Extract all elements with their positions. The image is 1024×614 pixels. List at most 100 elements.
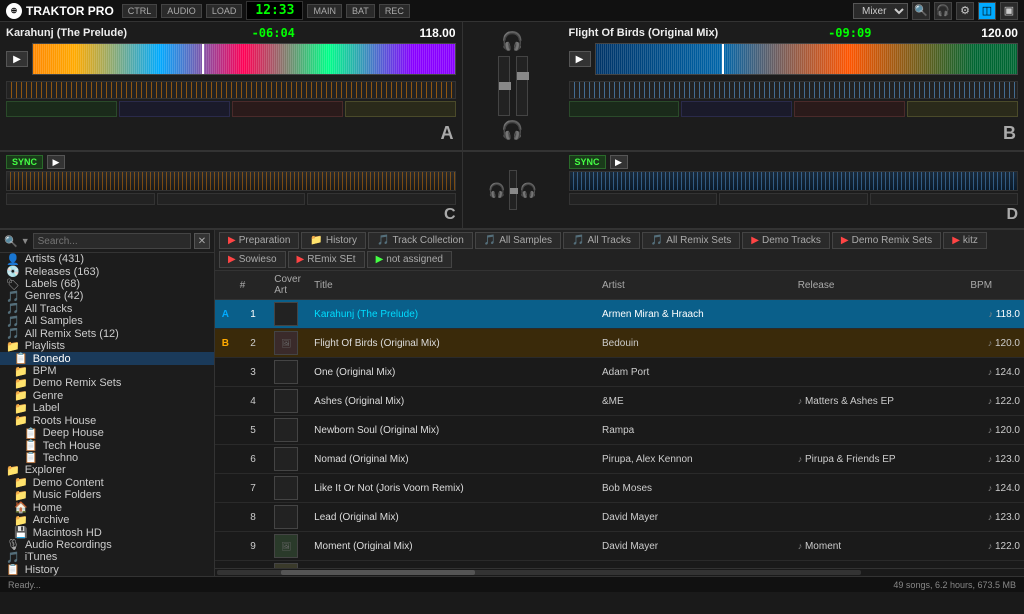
view-icon-btn[interactable]: ◫ <box>978 2 996 20</box>
sidebar-close-btn[interactable]: ✕ <box>194 233 210 249</box>
sidebar-item-macintosh-hd[interactable]: 💾 Macintosh HD <box>0 526 214 538</box>
all-samples-tab-icon: 🎵 <box>484 235 496 246</box>
deck-a-play[interactable]: ▶ <box>6 51 28 67</box>
sidebar-item-genre[interactable]: 📁 Genre <box>0 390 214 402</box>
audio-button[interactable]: AUDIO <box>161 4 202 18</box>
horizontal-scrollbar[interactable] <box>215 568 1024 576</box>
sidebar-item-genres[interactable]: 🎵 Genres (42) <box>0 290 214 302</box>
table-row[interactable]: 3 One (Original Mix) Adam Port ♪ 124.0 <box>215 358 1024 387</box>
tab-all-samples[interactable]: 🎵 All Samples <box>475 232 561 249</box>
headphone-left[interactable]: 🎧 <box>501 31 523 52</box>
mini-headphone-left[interactable]: 🎧 <box>488 182 505 199</box>
headphone-right[interactable]: 🎧 <box>501 120 523 141</box>
table-row[interactable]: B 2 🖼 Flight Of Birds (Original Mix) Bed… <box>215 329 1024 358</box>
deck-c-play[interactable]: ▶ <box>47 155 65 169</box>
table-row[interactable]: 8 Lead (Original Mix) David Mayer ♪ 123.… <box>215 503 1024 532</box>
load-button[interactable]: LOAD <box>206 4 243 18</box>
sidebar-item-bpm[interactable]: 📁 BPM <box>0 365 214 377</box>
col-header-title[interactable]: Title <box>310 271 598 300</box>
status-ready: Ready... <box>8 580 41 590</box>
sidebar-item-deep-house[interactable]: 📋 Deep House <box>0 427 214 439</box>
headphone-icon-btn[interactable]: 🎧 <box>934 2 952 20</box>
sidebar-item-labels[interactable]: 🏷 Labels (68) <box>0 278 214 290</box>
row-title: One (Original Mix) <box>310 358 598 387</box>
deck-a-waveform[interactable] <box>32 43 456 75</box>
time-display: 12:33 <box>246 1 303 20</box>
tab-track-collection[interactable]: 🎵 Track Collection <box>368 232 473 249</box>
ctrl-button[interactable]: CTRL <box>122 4 158 18</box>
deck-d-play[interactable]: ▶ <box>610 155 628 169</box>
tab-remix-set[interactable]: ▶ REmix SEt <box>288 251 365 268</box>
row-artist: Bedouin <box>598 329 794 358</box>
tab-demo-tracks[interactable]: ▶ Demo Tracks <box>742 232 830 249</box>
table-row[interactable]: 5 Newborn Soul (Original Mix) Rampa ♪ 12… <box>215 416 1024 445</box>
sidebar-item-playlists[interactable]: 📁 Playlists <box>0 340 214 352</box>
tab-all-remix-sets[interactable]: 🎵 All Remix Sets <box>642 232 740 249</box>
layout-icon-btn[interactable]: ▣ <box>1000 2 1018 20</box>
search-icon-btn[interactable]: 🔍 <box>912 2 930 20</box>
fader-right[interactable] <box>516 56 528 116</box>
rec-button[interactable]: REC <box>379 4 410 18</box>
sidebar-item-all-samples[interactable]: 🎵 All Samples <box>0 315 214 327</box>
tab-all-tracks[interactable]: 🎵 All Tracks <box>563 232 640 249</box>
settings-icon-btn[interactable]: ⚙ <box>956 2 974 20</box>
sidebar-item-techno[interactable]: 📋 Techno <box>0 452 214 464</box>
row-release <box>794 300 967 329</box>
table-row[interactable]: 6 Nomad (Original Mix) Pirupa, Alex Kenn… <box>215 445 1024 474</box>
sidebar-item-archive[interactable]: 📁 Archive <box>0 514 214 526</box>
row-deck-label: B <box>215 329 236 358</box>
browser-area: 🔍 ▼ ✕ 👤 Artists (431) 💿 Releases (163) 🏷… <box>0 230 1024 576</box>
deck-c-waveform[interactable] <box>6 171 456 191</box>
sidebar-item-artists[interactable]: 👤 Artists (431) <box>0 253 214 265</box>
table-row[interactable]: 10 🖼 Habla Con Ella (Original Mix) SIS ♪… <box>215 561 1024 569</box>
deck-b-play[interactable]: ▶ <box>569 51 591 67</box>
col-header-release[interactable]: Release <box>794 271 967 300</box>
sidebar-item-demo-remix[interactable]: 📁 Demo Remix Sets <box>0 377 214 389</box>
deck-d-sync[interactable]: SYNC <box>569 155 606 169</box>
col-header-bpm[interactable]: BPM <box>966 271 1024 300</box>
tab-not-assigned[interactable]: ▶ not assigned <box>367 251 452 268</box>
sidebar-item-explorer[interactable]: 📁 Explorer <box>0 464 214 476</box>
table-row[interactable]: 7 Like It Or Not (Joris Voorn Remix) Bob… <box>215 474 1024 503</box>
bat-button[interactable]: BAT <box>346 4 375 18</box>
sidebar-item-roots-house[interactable]: 📁 Roots House <box>0 414 214 426</box>
tab-preparation[interactable]: ▶ Preparation <box>219 232 299 249</box>
deck-c-sync[interactable]: SYNC <box>6 155 43 169</box>
row-bpm: ♪ 123.0 <box>966 503 1024 532</box>
search-input[interactable] <box>33 233 191 249</box>
sidebar-item-itunes[interactable]: 🎵 iTunes <box>0 551 214 563</box>
tab-sowieso[interactable]: ▶ Sowieso <box>219 251 286 268</box>
mini-headphone-right[interactable]: 🎧 <box>520 182 537 199</box>
deck-b-waveform[interactable] <box>595 43 1019 75</box>
tab-history[interactable]: 📁 History <box>301 232 366 249</box>
track-table-container[interactable]: # Cover Art Title Artist Release BPM A 1… <box>215 271 1024 568</box>
sidebar-item-demo-content[interactable]: 📁 Demo Content <box>0 477 214 489</box>
sidebar-item-audio-recordings[interactable]: 🎙 Audio Recordings <box>0 539 214 551</box>
mixer-select[interactable]: Mixer <box>853 3 908 19</box>
tab-kitz[interactable]: ▶ kitz <box>943 232 987 249</box>
sidebar-item-all-tracks[interactable]: 🎵 All Tracks <box>0 303 214 315</box>
tab-demo-remix-sets[interactable]: ▶ Demo Remix Sets <box>832 232 941 249</box>
col-header-artist[interactable]: Artist <box>598 271 794 300</box>
main-button[interactable]: MAIN <box>307 4 342 18</box>
deck-d-waveform[interactable] <box>569 171 1019 191</box>
table-row[interactable]: A 1 Karahunj (The Prelude) Armen Miran &… <box>215 300 1024 329</box>
sidebar-item-all-remix-sets[interactable]: 🎵 All Remix Sets (12) <box>0 328 214 340</box>
table-row[interactable]: 4 Ashes (Original Mix) &ME ♪ Matters & A… <box>215 387 1024 416</box>
col-header-num[interactable]: # <box>236 271 271 300</box>
sidebar-label-archive: Archive <box>33 514 70 526</box>
sidebar-item-history[interactable]: 📋 History <box>0 564 214 576</box>
sidebar-item-bonedo[interactable]: 📋 Bonedo <box>0 352 214 364</box>
sidebar-label-all-samples: All Samples <box>25 315 83 327</box>
sidebar-item-music-folders[interactable]: 📁 Music Folders <box>0 489 214 501</box>
sidebar-item-home[interactable]: 🏠 Home <box>0 501 214 513</box>
table-row[interactable]: 9 🖼 Moment (Original Mix) David Mayer ♪ … <box>215 532 1024 561</box>
sidebar-item-tech-house[interactable]: 📋 Tech House <box>0 439 214 451</box>
sidebar-label-deep-house: Deep House <box>43 427 104 439</box>
sidebar-label-demo-remix: Demo Remix Sets <box>33 377 122 389</box>
sidebar-item-label[interactable]: 📁 Label <box>0 402 214 414</box>
sidebar-item-releases[interactable]: 💿 Releases (163) <box>0 265 214 277</box>
crossfader[interactable] <box>509 170 517 210</box>
row-artist: &ME <box>598 387 794 416</box>
fader-left[interactable] <box>498 56 510 116</box>
